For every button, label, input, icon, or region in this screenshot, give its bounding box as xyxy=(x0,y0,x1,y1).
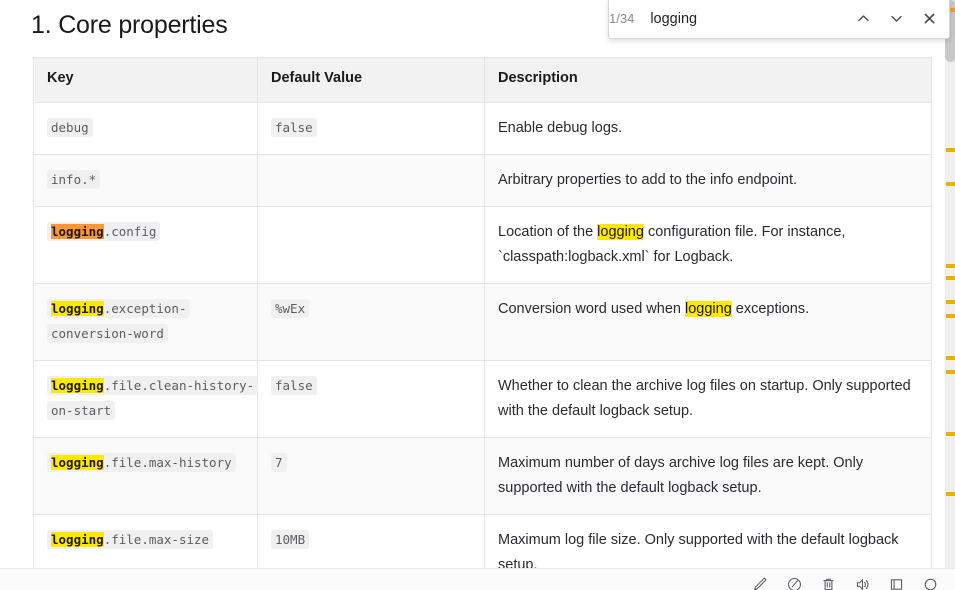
highlighter-icon xyxy=(786,576,803,590)
cell-key: logging.file.clean-history-on-start xyxy=(33,360,259,438)
key-code: logging.exception-conversion-word xyxy=(47,299,191,343)
key-code: logging.file.max-size xyxy=(47,530,214,549)
find-close-button[interactable] xyxy=(913,2,946,36)
key-code: logging.file.clean-history-on-start xyxy=(47,376,259,420)
table-row: logging.file.max-size 10MB Maximum log fil… xyxy=(33,514,932,568)
search-match: logging xyxy=(685,301,732,317)
table-row: logging.config Location of the logging co… xyxy=(33,206,932,284)
key-code: logging.config xyxy=(47,222,161,241)
cell-default-value: 7 xyxy=(257,437,485,515)
circle-icon xyxy=(922,576,939,590)
cell-description: Whether to clean the archive log files o… xyxy=(484,360,932,438)
key-code: info.* xyxy=(47,170,101,189)
key-code: logging.file.max-history xyxy=(47,453,236,472)
table-row: logging.file.clean-history-on-start false… xyxy=(33,360,932,438)
scrollbar-match-mark xyxy=(946,370,955,374)
pen-icon xyxy=(752,576,769,590)
search-match-current: logging xyxy=(51,224,104,239)
app-root: 1. Core properties Key Default Value Des… xyxy=(0,0,955,590)
cell-key: logging.exception-conversion-word xyxy=(33,283,258,361)
key-code: debug xyxy=(47,118,93,137)
scrollbar-match-mark xyxy=(946,314,955,318)
search-match: logging xyxy=(51,455,104,470)
delete-button[interactable] xyxy=(811,569,845,590)
pen-button[interactable] xyxy=(743,569,777,590)
cell-default-value: false xyxy=(257,102,485,155)
cell-description: Location of the logging configuration fi… xyxy=(484,206,932,284)
cell-key: info.* xyxy=(33,154,258,207)
scrollbar-match-mark xyxy=(946,432,955,436)
search-match: logging xyxy=(597,224,644,240)
cell-key: debug xyxy=(33,102,258,155)
core-properties-table: Key Default Value Description debug false… xyxy=(33,57,932,568)
search-match: logging xyxy=(51,532,104,547)
default-value-code: false xyxy=(271,376,317,395)
trash-icon xyxy=(820,576,837,590)
cell-description: Enable debug logs. xyxy=(484,102,932,155)
more-button[interactable] xyxy=(913,569,947,590)
cell-key: logging.file.max-history xyxy=(33,437,258,515)
search-match: logging xyxy=(51,301,104,316)
table-body: debug false Enable debug logs. info.* Arbitr… xyxy=(33,102,932,568)
vertical-scrollbar[interactable] xyxy=(941,0,955,568)
scrollbar-match-mark xyxy=(946,148,955,152)
scrollbar-match-mark xyxy=(946,492,955,496)
chevron-up-icon xyxy=(856,11,871,26)
default-value-code: %wEx xyxy=(271,299,310,318)
read-aloud-button[interactable] xyxy=(845,569,879,590)
default-value-code: 7 xyxy=(271,453,287,472)
cell-default-value: false xyxy=(257,360,485,438)
find-input[interactable] xyxy=(634,0,848,37)
cell-default-value: %wEx xyxy=(257,283,485,361)
table-row: logging.file.max-history 7 Maximum number … xyxy=(33,437,932,515)
cell-description: Maximum number of days archive log files… xyxy=(484,437,932,515)
cell-description: Conversion word used when logging except… xyxy=(484,283,932,361)
column-header-desc: Description xyxy=(484,57,932,103)
column-header-default: Default Value xyxy=(257,57,485,103)
chevron-down-icon xyxy=(889,11,904,26)
document-viewport: 1. Core properties Key Default Value Des… xyxy=(0,0,941,568)
search-match: logging xyxy=(51,378,104,393)
find-next-button[interactable] xyxy=(880,2,913,36)
cell-default-value: 10MB xyxy=(257,514,485,568)
bottom-toolbar xyxy=(0,568,955,590)
scrollbar-match-mark xyxy=(946,356,955,360)
highlighter-button[interactable] xyxy=(777,569,811,590)
cell-default-value xyxy=(257,206,485,284)
close-icon xyxy=(922,11,937,26)
scrollbar-match-mark xyxy=(946,182,955,186)
cell-default-value xyxy=(257,154,485,207)
find-previous-button[interactable] xyxy=(847,2,880,36)
cell-description: Maximum log file size. Only supported wi… xyxy=(484,514,932,568)
layout-button[interactable] xyxy=(879,569,913,590)
table-row: logging.exception-conversion-word %wEx Con… xyxy=(33,283,932,361)
table-row: info.* Arbitrary properties to add to the… xyxy=(33,154,932,207)
table-header-row: Key Default Value Description xyxy=(33,57,932,103)
column-header-key: Key xyxy=(33,57,258,103)
speaker-icon xyxy=(854,576,871,590)
default-value-code: 10MB xyxy=(271,530,310,549)
cell-key: logging.config xyxy=(33,206,258,284)
scrollbar-track[interactable] xyxy=(945,0,955,568)
default-value-code: false xyxy=(271,118,317,137)
cell-key: logging.file.max-size xyxy=(33,514,258,568)
scrollbar-match-mark xyxy=(946,300,955,304)
card-icon xyxy=(888,576,905,590)
find-match-counter: 1/34 xyxy=(609,11,635,26)
table-row: debug false Enable debug logs. xyxy=(33,102,932,155)
find-bar[interactable]: 1/34 xyxy=(608,0,950,39)
cell-description: Arbitrary properties to add to the info … xyxy=(484,154,932,207)
scrollbar-match-mark xyxy=(946,276,955,280)
scrollbar-match-mark xyxy=(946,264,955,268)
